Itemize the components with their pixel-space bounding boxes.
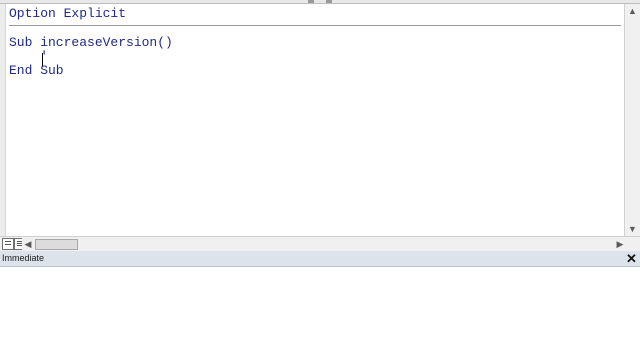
scroll-down-button[interactable]: ▼ — [625, 222, 640, 236]
procedure-separator — [9, 25, 621, 26]
toolbar-marker — [308, 0, 314, 3]
scroll-right-button[interactable]: ▶ — [614, 237, 626, 251]
code-line-option-explicit: Option Explicit — [9, 6, 127, 21]
procedure-view-button[interactable] — [2, 238, 14, 250]
immediate-title: Immediate — [2, 253, 45, 263]
toolbar-marker — [326, 0, 332, 3]
immediate-window: Immediate ✕ — [0, 251, 640, 360]
scroll-left-button[interactable]: ◀ — [22, 237, 34, 251]
code-editor[interactable]: Option Explicit Sub increaseVersion() ' … — [9, 4, 621, 236]
scroll-up-button[interactable]: ▲ — [625, 4, 640, 18]
code-window: Option Explicit Sub increaseVersion() ' … — [0, 4, 640, 255]
immediate-titlebar: Immediate ✕ — [0, 251, 640, 267]
horizontal-scroll-row: ◀ ▶ — [0, 236, 640, 251]
horizontal-scroll-thumb[interactable] — [35, 239, 78, 250]
immediate-input-area[interactable] — [0, 267, 640, 360]
code-margin — [0, 4, 6, 236]
code-line-end-sub: End Sub — [9, 63, 64, 78]
close-icon[interactable]: ✕ — [625, 252, 638, 265]
code-line-sub-declaration: Sub increaseVersion() — [9, 35, 173, 50]
vertical-scrollbar[interactable]: ▲ ▼ — [624, 4, 640, 236]
